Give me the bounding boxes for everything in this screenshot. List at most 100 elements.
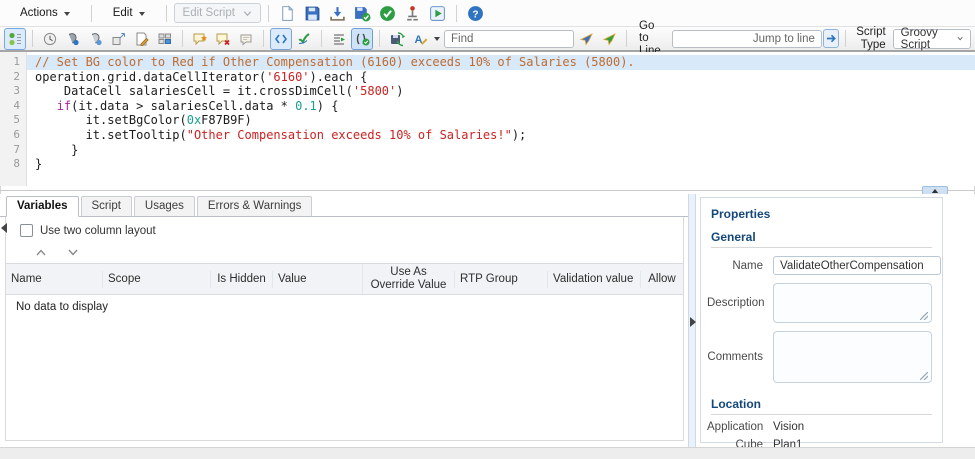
format-code-icon: A — [412, 31, 428, 47]
save-validate-button[interactable] — [351, 2, 374, 25]
separator — [626, 30, 627, 47]
add-comment-icon — [192, 31, 208, 47]
deploy-button[interactable] — [401, 2, 424, 25]
grid-button[interactable] — [154, 28, 176, 50]
general-section-heading: General — [711, 226, 932, 248]
column-header-is-hidden[interactable]: Is Hidden — [210, 271, 272, 288]
column-header-value[interactable]: Value — [272, 271, 362, 288]
code-text: if(it.data > salariesCell.data * 0.1) { — [27, 99, 975, 114]
column-header-validation-value[interactable]: Validation value — [547, 271, 640, 288]
tab-errors-warnings[interactable]: Errors & Warnings — [197, 196, 313, 217]
tab-usages[interactable]: Usages — [134, 196, 195, 217]
column-header-name[interactable]: Name — [6, 271, 102, 288]
new-document-icon — [279, 5, 296, 22]
jump-to-line-input[interactable] — [672, 30, 822, 48]
separator — [32, 30, 33, 47]
find-next-button[interactable] — [598, 28, 620, 50]
collapse-left-splitter[interactable] — [0, 220, 7, 236]
description-textarea[interactable] — [773, 283, 932, 323]
vertical-splitter[interactable] — [688, 194, 696, 447]
validate-button[interactable] — [376, 2, 399, 25]
jump-to-line-button[interactable] — [823, 29, 839, 48]
validate-icon — [379, 5, 396, 22]
two-column-layout-row[interactable]: Use two column layout — [6, 217, 683, 242]
jump-arrow-icon — [826, 33, 837, 44]
edit-document-button[interactable] — [131, 28, 153, 50]
code-area[interactable]: 1// Set BG color to Red if Other Compens… — [0, 52, 975, 172]
tab-variables[interactable]: Variables — [6, 196, 79, 217]
line-number: 2 — [0, 70, 27, 85]
edit-script-label: Edit Script — [183, 7, 235, 19]
toggle-bookmark-button[interactable] — [62, 28, 84, 50]
history-button[interactable] — [39, 28, 61, 50]
check-syntax-icon — [296, 31, 312, 47]
source-view-button[interactable] — [270, 28, 292, 50]
properties-title: Properties — [701, 198, 942, 223]
find-input[interactable] — [444, 30, 574, 48]
actions-menu-button[interactable]: Actions — [6, 4, 84, 22]
column-header-scope[interactable]: Scope — [102, 271, 210, 288]
record-toggle-button[interactable] — [4, 28, 26, 50]
deploy-icon — [404, 5, 421, 22]
export-button[interactable] — [326, 2, 349, 25]
collapse-right-panel-button[interactable] — [689, 314, 697, 330]
auto-save-button[interactable] — [386, 28, 408, 50]
grid-icon — [157, 31, 173, 47]
comments-textarea[interactable] — [773, 331, 932, 383]
code-editor[interactable]: 1// Set BG color to Red if Other Compens… — [0, 52, 975, 186]
variables-panel: VariablesScriptUsagesErrors & Warnings U… — [0, 194, 688, 447]
tab-script[interactable]: Script — [81, 196, 132, 217]
code-line[interactable]: 5 it.setBgColor(0xF87B9F) — [0, 113, 975, 128]
code-line[interactable]: 8} — [0, 157, 975, 172]
column-header-allow[interactable]: Allow — [640, 271, 683, 288]
code-line[interactable]: 3 DataCell salariesCell = it.crossDimCel… — [0, 84, 975, 99]
status-bar — [0, 447, 975, 459]
add-comment-button[interactable] — [189, 28, 211, 50]
find-next-icon — [601, 31, 617, 47]
column-header-use-as-override-value[interactable]: Use As Override Value — [362, 264, 454, 294]
line-number: 1 — [0, 55, 27, 70]
comment-icon — [238, 31, 254, 47]
horizontal-splitter[interactable] — [0, 186, 975, 194]
properties-box-button[interactable] — [108, 28, 130, 50]
new-document-button[interactable] — [276, 2, 299, 25]
format-code-button[interactable]: A — [409, 28, 443, 50]
comment-button[interactable] — [235, 28, 257, 50]
edit-menu-button[interactable]: Edit — [99, 4, 159, 22]
code-line[interactable]: 2operation.grid.dataCellIterator('6160')… — [0, 70, 975, 85]
description-row: Description — [707, 283, 932, 323]
chevron-down-icon — [139, 12, 145, 19]
code-line[interactable]: 1// Set BG color to Red if Other Compens… — [0, 55, 975, 70]
reorder-toolbar — [6, 242, 683, 263]
code-line[interactable]: 6 it.setTooltip("Other Compensation exce… — [0, 128, 975, 143]
separator — [91, 5, 92, 22]
panel-tabbar: VariablesScriptUsagesErrors & Warnings — [0, 194, 688, 217]
next-bookmark-button[interactable] — [85, 28, 107, 50]
help-button[interactable]: ? — [464, 2, 487, 25]
chevron-down-icon — [68, 249, 78, 256]
remove-comment-button[interactable] — [212, 28, 234, 50]
check-syntax-button[interactable] — [293, 28, 315, 50]
code-line[interactable]: 7 } — [0, 143, 975, 158]
two-column-checkbox[interactable] — [20, 224, 33, 237]
script-type-dropdown[interactable]: Groovy Script — [893, 29, 971, 49]
line-number: 6 — [0, 128, 27, 143]
history-icon — [42, 31, 58, 47]
name-input[interactable] — [773, 256, 941, 275]
run-script-button[interactable] — [426, 2, 449, 25]
column-header-rtp-group[interactable]: RTP Group — [454, 271, 547, 288]
save-button[interactable] — [301, 2, 324, 25]
chevron-up-icon — [931, 188, 939, 194]
move-down-button[interactable] — [62, 247, 84, 258]
move-up-button[interactable] — [30, 247, 52, 258]
edit-document-icon — [134, 31, 150, 47]
chevron-left-icon — [1, 223, 7, 233]
find-previous-button[interactable] — [575, 28, 597, 50]
code-text: it.setBgColor(0xF87B9F) — [27, 113, 975, 128]
wrap-parentheses-button[interactable] — [351, 28, 373, 50]
properties-box-icon — [111, 31, 127, 47]
main-toolbar: Actions Edit Edit Script ? — [0, 0, 975, 27]
export-icon — [329, 5, 346, 22]
code-line[interactable]: 4 if(it.data > salariesCell.data * 0.1) … — [0, 99, 975, 114]
indent-lines-button[interactable] — [328, 28, 350, 50]
